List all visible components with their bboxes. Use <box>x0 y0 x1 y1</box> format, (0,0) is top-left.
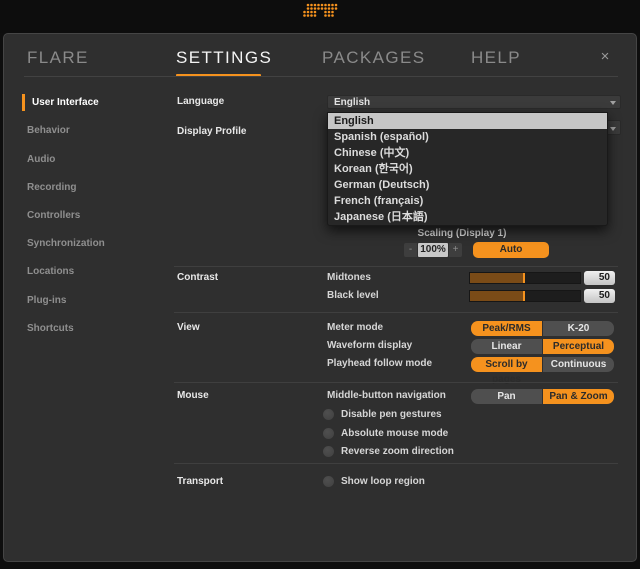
midtones-value[interactable]: 50 <box>584 271 615 285</box>
playhead-continuous-button[interactable]: Continuous <box>543 357 614 372</box>
midtones-slider-fill <box>470 273 525 283</box>
sidebar-item-locations[interactable]: Locations <box>27 265 74 279</box>
divider <box>174 266 618 267</box>
transport-section-label: Transport <box>177 476 224 487</box>
show-loop-region-toggle[interactable] <box>323 476 334 487</box>
show-loop-region-label: Show loop region <box>341 476 425 487</box>
tab-settings[interactable]: SETTINGS <box>176 47 272 69</box>
auto-scaling-button[interactable]: Auto <box>473 242 549 258</box>
chevron-down-icon <box>610 101 616 105</box>
waveform-linear-button[interactable]: Linear <box>471 339 542 354</box>
black-level-slider-fill <box>470 291 525 301</box>
language-select[interactable]: English <box>327 95 621 109</box>
chevron-down-icon <box>610 127 616 131</box>
language-label: Language <box>177 96 225 107</box>
sidebar-item-behavior[interactable]: Behavior <box>27 124 70 138</box>
midtones-slider[interactable] <box>469 272 581 284</box>
dropdown-option-french[interactable]: French (français) <box>328 193 607 209</box>
contrast-section-label: Contrast <box>177 272 219 283</box>
view-section-label: View <box>177 322 200 333</box>
scaling-label: Scaling (Display 1) <box>417 228 507 239</box>
black-level-slider[interactable] <box>469 290 581 302</box>
black-level-value[interactable]: 50 <box>584 289 615 303</box>
zoom-out-button[interactable]: - <box>404 243 417 257</box>
sidebar-item-plug-ins[interactable]: Plug-ins <box>27 294 66 308</box>
disable-pen-gestures-label: Disable pen gestures <box>341 409 442 420</box>
zoom-value[interactable]: 100% <box>418 243 448 257</box>
header-divider <box>24 76 618 77</box>
divider <box>174 312 618 313</box>
display-profile-label: Display Profile <box>177 126 247 137</box>
absolute-mouse-mode-label: Absolute mouse mode <box>341 428 449 439</box>
sidebar-active-indicator <box>22 94 25 111</box>
waveform-display-label: Waveform display <box>327 340 413 351</box>
dropdown-option-spanish[interactable]: Spanish (español) <box>328 129 607 145</box>
dropdown-option-english[interactable]: English <box>328 113 607 129</box>
dropdown-option-korean[interactable]: Korean (한국어) <box>328 161 607 177</box>
tab-help[interactable]: HELP <box>471 47 521 69</box>
sidebar-item-synchronization[interactable]: Synchronization <box>27 237 105 251</box>
language-select-value: English <box>334 97 371 108</box>
app-logo-dots-icon <box>303 3 338 17</box>
divider <box>174 463 618 464</box>
middle-button-navigation-label: Middle-button navigation <box>327 390 446 401</box>
playhead-scroll-by-pages-button[interactable]: Scroll by pages <box>471 357 542 385</box>
disable-pen-gestures-toggle[interactable] <box>323 409 334 420</box>
meter-mode-peak-rms-button[interactable]: Peak/RMS <box>471 321 542 336</box>
meter-mode-k20-button[interactable]: K-20 <box>543 321 614 336</box>
middle-button-pan-button[interactable]: Pan <box>471 389 542 404</box>
meter-mode-segmented: Peak/RMS K-20 <box>471 321 614 336</box>
reverse-zoom-direction-label: Reverse zoom direction <box>341 446 454 457</box>
tab-flare[interactable]: FLARE <box>27 47 89 69</box>
middle-button-pan-zoom-button[interactable]: Pan & Zoom <box>543 389 614 404</box>
tab-packages[interactable]: PACKAGES <box>322 47 425 69</box>
absolute-mouse-mode-toggle[interactable] <box>323 428 334 439</box>
dropdown-option-german[interactable]: German (Deutsch) <box>328 177 607 193</box>
playhead-follow-mode-label: Playhead follow mode <box>327 358 433 369</box>
language-dropdown-list: English Spanish (español) Chinese (中文) K… <box>327 112 608 226</box>
middle-button-segmented: Pan Pan & Zoom <box>471 389 614 404</box>
waveform-display-segmented: Linear Perceptual <box>471 339 614 354</box>
sidebar-item-user-interface[interactable]: User Interface <box>32 96 99 110</box>
midtones-label: Midtones <box>327 272 371 283</box>
mouse-section-label: Mouse <box>177 390 209 401</box>
sidebar-item-recording[interactable]: Recording <box>27 181 76 195</box>
black-level-label: Black level <box>327 290 379 301</box>
waveform-perceptual-button[interactable]: Perceptual <box>543 339 614 354</box>
sidebar-item-controllers[interactable]: Controllers <box>27 209 80 223</box>
settings-dialog: FLARE SETTINGS PACKAGES HELP × User Inte… <box>3 33 637 562</box>
dropdown-option-japanese[interactable]: Japanese (日本語) <box>328 209 607 225</box>
dropdown-option-chinese[interactable]: Chinese (中文) <box>328 145 607 161</box>
divider <box>174 382 618 383</box>
meter-mode-label: Meter mode <box>327 322 384 333</box>
sidebar-item-shortcuts[interactable]: Shortcuts <box>27 322 74 336</box>
topbar <box>0 0 640 33</box>
playhead-follow-segmented: Scroll by pages Continuous <box>471 357 614 385</box>
reverse-zoom-direction-toggle[interactable] <box>323 446 334 457</box>
zoom-in-button[interactable]: + <box>449 243 462 257</box>
close-icon[interactable]: × <box>596 47 614 67</box>
sidebar-item-audio[interactable]: Audio <box>27 153 55 167</box>
